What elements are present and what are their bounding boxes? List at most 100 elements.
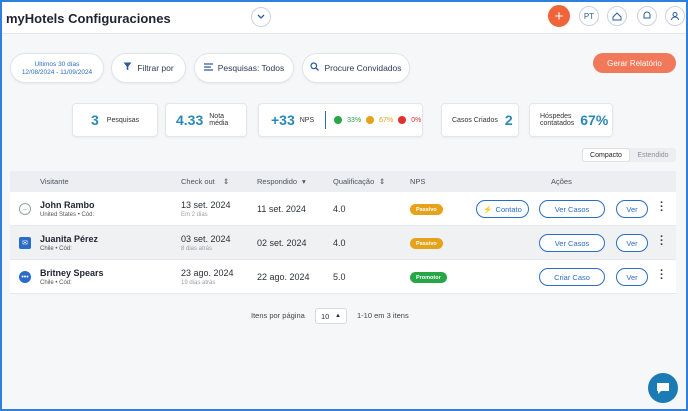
passive-face-icon: [366, 116, 375, 124]
view-button[interactable]: Ver: [616, 200, 648, 218]
more-options-icon[interactable]: · · ·: [660, 266, 664, 285]
score-label: Nota média: [209, 113, 228, 127]
generate-report-button[interactable]: Gerar Relatório: [593, 53, 676, 73]
search-guests-button[interactable]: Procure Convidados: [302, 53, 410, 83]
header-guest[interactable]: Visitante: [40, 177, 69, 186]
contacted-label: Hóspedes contatados: [540, 113, 574, 127]
rating-value: 4.0: [333, 204, 346, 214]
view-button[interactable]: Ver: [616, 268, 648, 286]
filter-icon: [123, 62, 132, 74]
guest-origin: Chile • Cód:: [40, 246, 72, 252]
pagination-range: 1-10 em 3 itens: [357, 311, 409, 320]
surveys-count: 3: [91, 112, 99, 128]
nps-badge: Promotor: [410, 272, 447, 283]
rating-value: 4.0: [333, 238, 346, 248]
header-rating[interactable]: Qualificação: [333, 177, 374, 186]
tab-extended[interactable]: Estendido: [630, 148, 676, 162]
nps-badge: Passivo: [410, 204, 443, 215]
divider: [325, 111, 327, 129]
per-page-label: Itens por página: [251, 311, 305, 320]
answered-date: 22 ago. 2024: [257, 272, 310, 282]
table-row[interactable]: – John Rambo United States • Cód: 13 set…: [10, 192, 676, 226]
nps-badge: Passivo: [410, 238, 443, 249]
contacted-label-line-1: Hóspedes: [540, 113, 572, 120]
table-header: Visitante Check out ⇕ Respondido ▾ Quali…: [10, 171, 676, 192]
header-checkout[interactable]: Check out: [181, 177, 215, 186]
checkout-relative: 8 dias atrás: [181, 246, 213, 252]
guest-name: Juanita Pérez: [40, 234, 99, 244]
surveys-card: 3 Pesquisas: [72, 103, 158, 137]
filter-label: Filtrar por: [137, 63, 174, 73]
cases-card: Casos Criados 2: [441, 103, 519, 137]
view-button[interactable]: Ver: [616, 234, 648, 252]
more-options-icon[interactable]: · · ·: [660, 232, 664, 251]
top-bar: myHotels Configuraciones + PT: [2, 2, 686, 34]
checkout-relative: 19 dias atrás: [181, 280, 216, 286]
bell-icon[interactable]: [637, 6, 657, 26]
surveys-filter-label: Pesquisas: Todos: [217, 63, 285, 73]
sort-down-icon[interactable]: ▾: [302, 177, 306, 186]
checkout-date: 03 set. 2024: [181, 234, 231, 244]
table-row[interactable]: ••• Britney Spears Chile • Cód: 23 ago. …: [10, 260, 676, 294]
view-toggle: Compacto Estendido: [582, 148, 676, 162]
average-score: 4.33: [176, 112, 204, 128]
search-guests-label: Procure Convidados: [324, 63, 402, 73]
checkout-relative: Em 2 dias: [181, 212, 208, 218]
email-icon: ✉: [19, 237, 31, 249]
promoters-pct: 33%: [347, 116, 362, 124]
rating-value: 5.0: [333, 272, 346, 282]
contacted-pct: 67%: [580, 112, 609, 128]
surveys-filter-button[interactable]: Pesquisas: Todos: [194, 53, 294, 83]
chat-button[interactable]: [648, 373, 678, 403]
sort-icon[interactable]: ⇕: [223, 177, 229, 186]
table-row[interactable]: ✉ Juanita Pérez Chile • Cód: 03 set. 202…: [10, 226, 676, 260]
score-label-line-2: média: [209, 120, 229, 127]
answered-date: 02 set. 2024: [257, 238, 307, 248]
contacted-card: Hóspedes contatados 67%: [529, 103, 613, 137]
contact-label: Contato: [495, 204, 522, 214]
lightning-icon: ⚡: [483, 204, 493, 214]
nps-value: +33: [271, 112, 295, 128]
cases-label: Casos Criados: [452, 116, 498, 124]
minus-icon: –: [19, 203, 31, 215]
sort-icon[interactable]: ⇕: [379, 177, 385, 186]
view-cases-button[interactable]: Ver Casos: [539, 200, 605, 218]
score-card: 4.33 Nota média: [165, 103, 247, 137]
home-icon[interactable]: [607, 6, 627, 26]
search-icon: [310, 62, 320, 74]
add-button[interactable]: +: [548, 5, 570, 27]
contact-button[interactable]: ⚡ Contato: [476, 200, 529, 218]
create-case-button[interactable]: Criar Caso: [539, 268, 605, 286]
contacted-label-line-2: contatados: [540, 120, 575, 127]
filter-button[interactable]: Filtrar por: [111, 53, 186, 83]
ellipsis-icon: •••: [19, 271, 31, 283]
user-icon[interactable]: [665, 6, 685, 26]
date-range-title: Ultimos 30 días: [34, 60, 80, 68]
language-button[interactable]: PT: [579, 6, 599, 26]
guest-name: John Rambo: [40, 200, 95, 210]
answered-date: 11 set. 2024: [257, 204, 306, 214]
detractor-face-icon: [398, 116, 407, 124]
cases-count: 2: [504, 112, 513, 128]
date-range-picker[interactable]: Ultimos 30 días 12/08/2024 - 11/09/2024: [10, 53, 104, 83]
guest-name: Britney Spears: [40, 268, 104, 278]
more-options-icon[interactable]: · · ·: [660, 198, 664, 217]
header-nps: NPS: [410, 177, 426, 186]
header-actions: Ações: [551, 177, 572, 186]
per-page-select[interactable]: 10 ▲: [315, 308, 347, 324]
date-range-value: 12/08/2024 - 11/09/2024: [21, 68, 93, 76]
nps-card: +33 NPS 33% 67% 0%: [258, 103, 423, 137]
nps-label: NPS: [299, 116, 315, 124]
chevron-down-icon[interactable]: [251, 7, 271, 27]
view-cases-button[interactable]: Ver Casos: [539, 234, 605, 252]
passives-pct: 67%: [379, 116, 394, 124]
guest-origin: Chile • Cód:: [40, 280, 72, 286]
checkout-date: 23 ago. 2024: [181, 268, 234, 278]
promoter-face-icon: [334, 116, 343, 124]
chat-icon: [657, 382, 669, 394]
header-answered[interactable]: Respondido: [257, 177, 297, 186]
guests-table: Visitante Check out ⇕ Respondido ▾ Quali…: [10, 171, 676, 294]
tab-compact[interactable]: Compacto: [582, 148, 630, 162]
surveys-label: Pesquisas: [106, 116, 140, 124]
page-title: myHotels Configuraciones: [6, 11, 171, 26]
